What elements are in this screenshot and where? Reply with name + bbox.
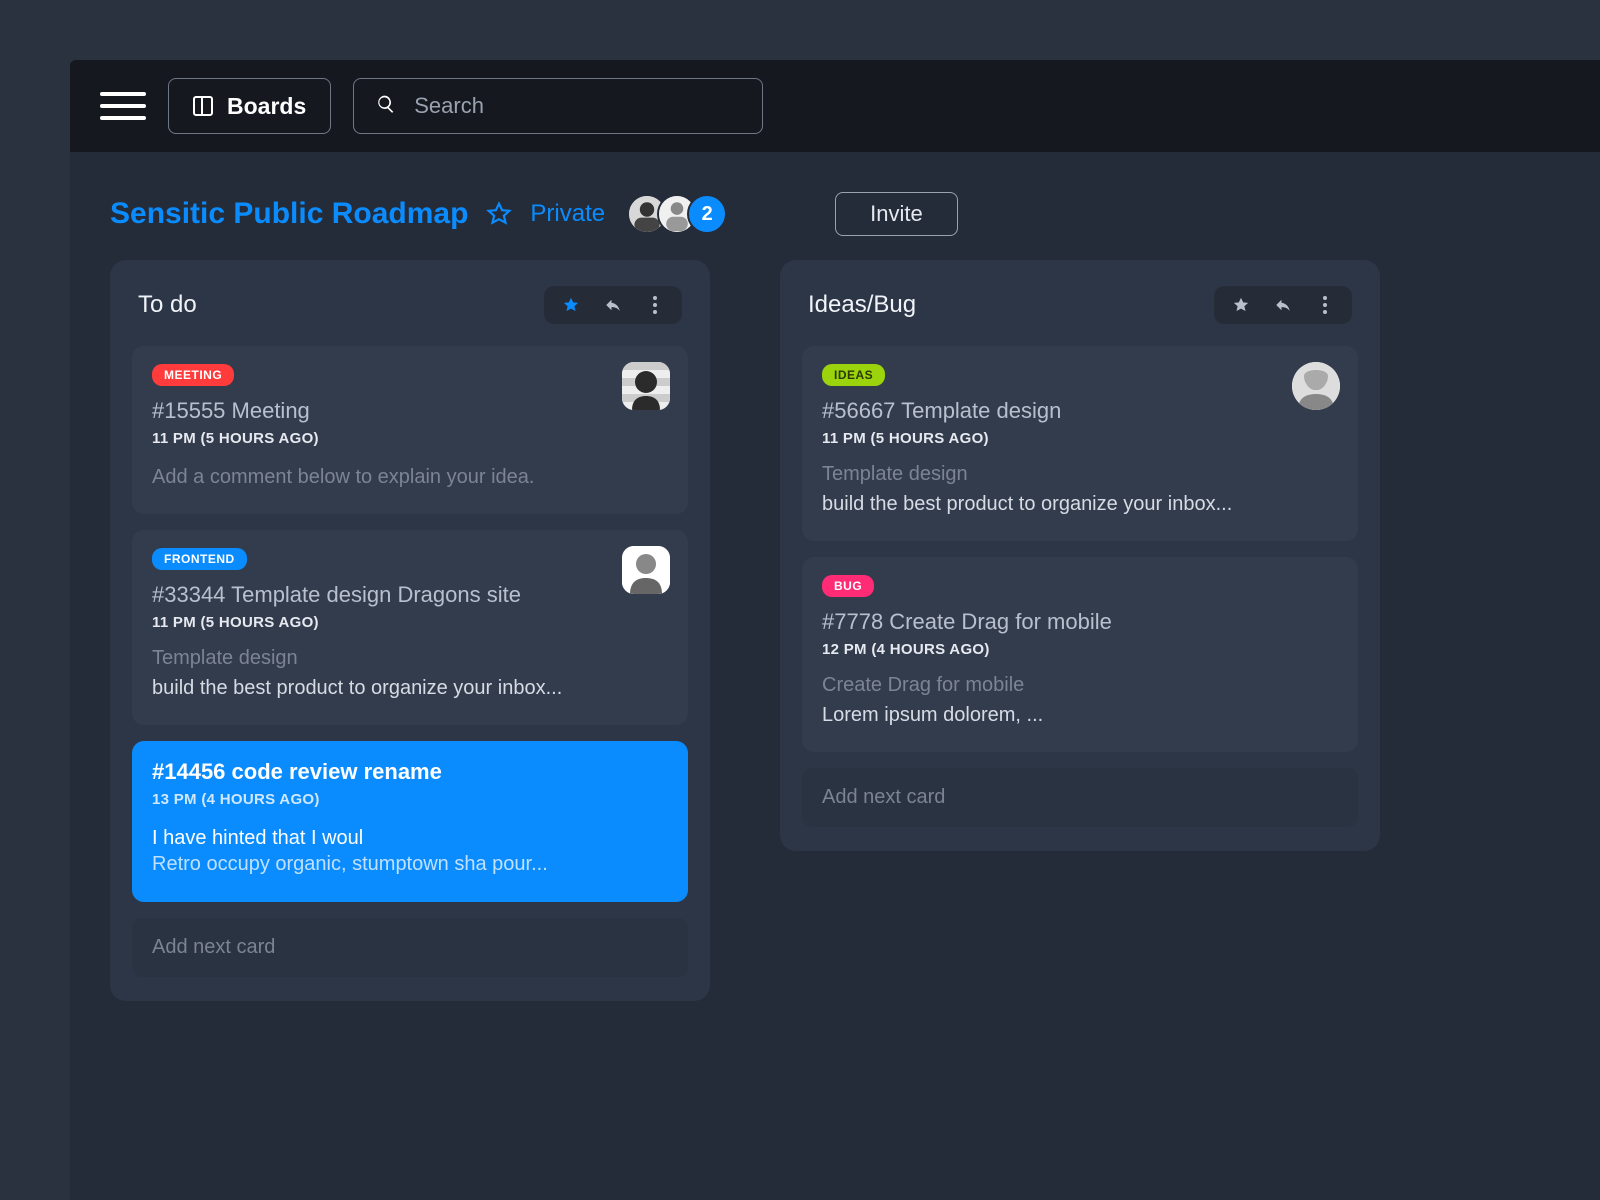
card-subtitle: Create Drag for mobile — [822, 674, 1338, 697]
more-icon[interactable] — [1316, 296, 1334, 314]
menu-icon[interactable] — [100, 92, 146, 120]
card-time: 12 PM (4 HOURS AGO) — [822, 641, 1338, 658]
star-icon[interactable] — [562, 296, 580, 314]
board-icon — [193, 96, 213, 116]
board-header: Sensitic Public Roadmap Private 2 Invite — [70, 152, 1600, 260]
card-body: I have hinted that I woul — [152, 824, 668, 853]
invite-button[interactable]: Invite — [835, 192, 958, 236]
avatar-count[interactable]: 2 — [687, 194, 727, 234]
column-title: To do — [138, 291, 197, 319]
card-time: 11 PM (5 HOURS AGO) — [822, 430, 1338, 447]
card-title: #7778 Create Drag for mobile — [822, 609, 1338, 635]
columns-container: To do MEETING #15555 Meeting 11 P — [70, 260, 1600, 1001]
star-icon[interactable] — [486, 201, 512, 227]
privacy-label[interactable]: Private — [530, 200, 605, 228]
search-input[interactable] — [414, 93, 740, 119]
column-actions — [1214, 286, 1352, 324]
card-body: build the best product to organize your … — [822, 490, 1338, 519]
member-avatars[interactable]: 2 — [627, 194, 727, 234]
card-title: #14456 code review rename — [152, 759, 668, 785]
card-title: #33344 Template design Dragons site — [152, 582, 668, 608]
card-body-extra: Retro occupy organic, stumptown sha pour… — [152, 853, 668, 876]
card-tag: IDEAS — [822, 364, 885, 386]
card-time: 11 PM (5 HOURS AGO) — [152, 430, 668, 447]
card-time: 13 PM (4 HOURS AGO) — [152, 791, 668, 808]
search-field[interactable] — [353, 78, 763, 134]
card-body: build the best product to organize your … — [152, 674, 668, 703]
card-tag: FRONTEND — [152, 548, 247, 570]
card-avatar[interactable] — [622, 362, 670, 410]
card-time: 11 PM (5 HOURS AGO) — [152, 614, 668, 631]
board-title: Sensitic Public Roadmap — [110, 197, 468, 231]
app-frame: Boards Sensitic Public Roadmap Private 2… — [70, 60, 1600, 1200]
card-body: Add a comment below to explain your idea… — [152, 463, 668, 492]
topbar: Boards — [70, 60, 1600, 152]
card-title: #56667 Template design — [822, 398, 1338, 424]
card[interactable]: MEETING #15555 Meeting 11 PM (5 HOURS AG… — [132, 346, 688, 514]
column-todo: To do MEETING #15555 Meeting 11 P — [110, 260, 710, 1001]
reply-icon[interactable] — [604, 296, 622, 314]
card-avatar[interactable] — [1292, 362, 1340, 410]
column-header: To do — [132, 286, 688, 324]
card-subtitle: Template design — [822, 463, 1338, 486]
column-header: Ideas/Bug — [802, 286, 1358, 324]
card-body: Lorem ipsum dolorem, ... — [822, 701, 1338, 730]
search-icon — [376, 94, 396, 119]
column-actions — [544, 286, 682, 324]
column-title: Ideas/Bug — [808, 291, 916, 319]
card-title: #15555 Meeting — [152, 398, 668, 424]
card-tag: MEETING — [152, 364, 234, 386]
add-card-button[interactable]: Add next card — [802, 768, 1358, 827]
star-icon[interactable] — [1232, 296, 1250, 314]
card[interactable]: IDEAS #56667 Template design 11 PM (5 HO… — [802, 346, 1358, 541]
card-selected[interactable]: #14456 code review rename 13 PM (4 HOURS… — [132, 741, 688, 902]
boards-label: Boards — [227, 93, 306, 120]
reply-icon[interactable] — [1274, 296, 1292, 314]
card-tag: BUG — [822, 575, 874, 597]
add-card-button[interactable]: Add next card — [132, 918, 688, 977]
more-icon[interactable] — [646, 296, 664, 314]
card[interactable]: BUG #7778 Create Drag for mobile 12 PM (… — [802, 557, 1358, 752]
card-subtitle: Template design — [152, 647, 668, 670]
card-avatar[interactable] — [622, 546, 670, 594]
boards-button[interactable]: Boards — [168, 78, 331, 134]
column-ideas-bug: Ideas/Bug IDEAS #56667 Template design — [780, 260, 1380, 851]
card[interactable]: FRONTEND #33344 Template design Dragons … — [132, 530, 688, 725]
